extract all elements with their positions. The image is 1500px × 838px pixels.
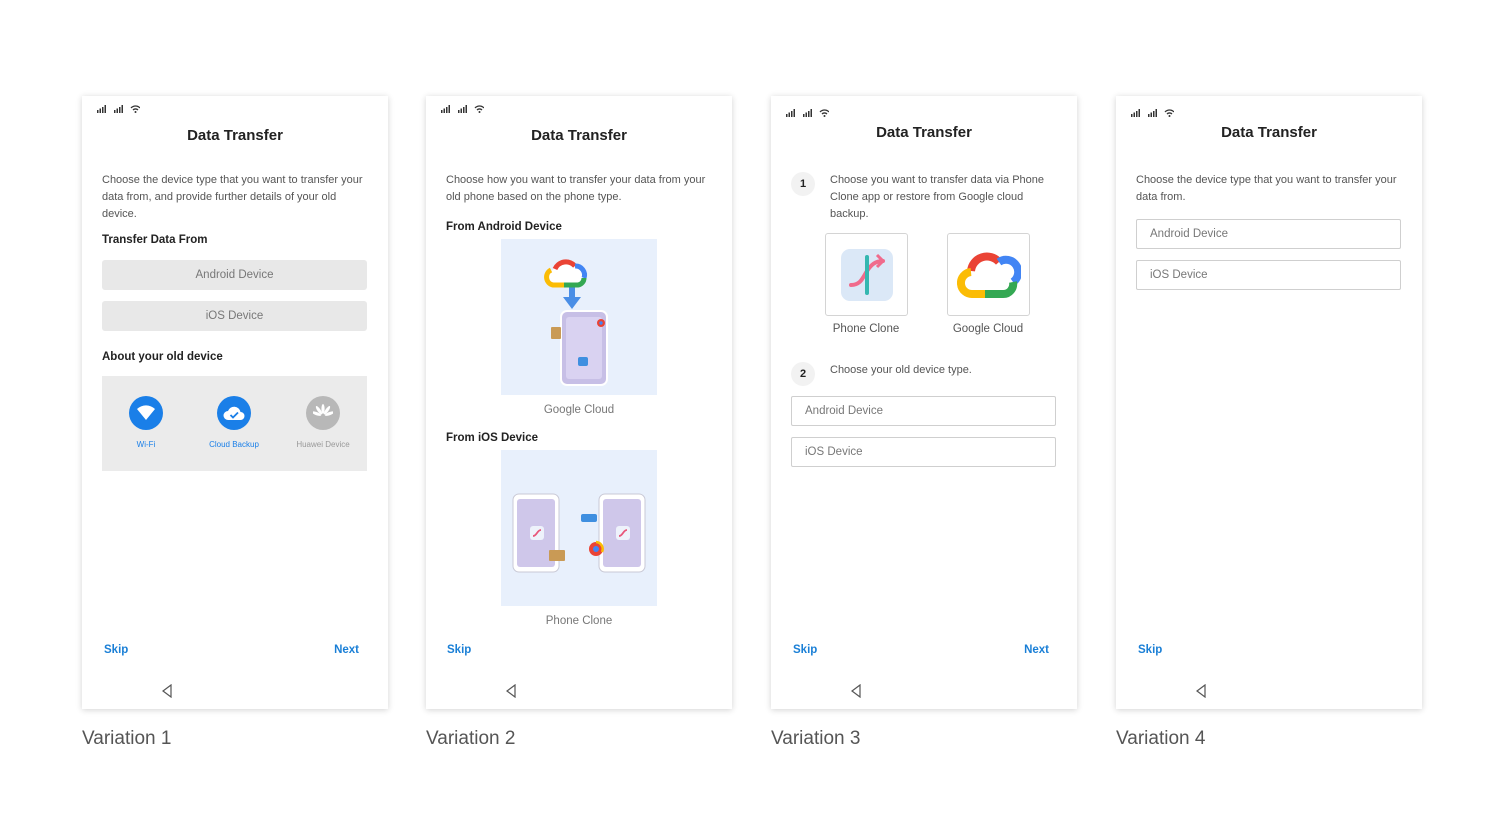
android-device-label: Android Device bbox=[805, 405, 883, 417]
signal-wifi-icons bbox=[97, 105, 141, 113]
about-device-heading: About your old device bbox=[102, 351, 223, 363]
phone-variation-1: Data Transfer Choose the device type tha… bbox=[82, 96, 388, 709]
cloud-backup-option[interactable]: Cloud Backup bbox=[190, 396, 278, 449]
from-ios-heading: From iOS Device bbox=[446, 432, 539, 444]
google-cloud-icon bbox=[956, 252, 1021, 298]
from-android-heading: From Android Device bbox=[446, 221, 562, 233]
skip-link[interactable]: Skip bbox=[1138, 644, 1162, 656]
ios-device-label: iOS Device bbox=[1150, 269, 1208, 281]
signal-wifi-icons bbox=[786, 109, 830, 117]
ios-device-button[interactable]: iOS Device bbox=[791, 437, 1056, 467]
ios-device-button[interactable]: iOS Device bbox=[1136, 260, 1401, 290]
android-device-button[interactable]: Android Device bbox=[102, 260, 367, 290]
skip-link[interactable]: Skip bbox=[447, 644, 471, 656]
phone-clone-transfer-image bbox=[512, 493, 646, 573]
page-title: Data Transfer bbox=[187, 127, 283, 144]
status-bar bbox=[784, 108, 830, 120]
skip-link[interactable]: Skip bbox=[793, 644, 817, 656]
transfer-from-heading: Transfer Data From bbox=[102, 234, 208, 246]
ios-device-button[interactable]: iOS Device bbox=[102, 301, 367, 331]
signal-wifi-icons bbox=[441, 105, 485, 113]
android-device-button[interactable]: Android Device bbox=[791, 396, 1056, 426]
status-bar bbox=[95, 104, 141, 116]
google-cloud-transfer-image bbox=[544, 259, 608, 386]
google-cloud-illustration[interactable] bbox=[501, 239, 657, 395]
phone-variation-3: Data Transfer 1 Choose you want to trans… bbox=[771, 96, 1077, 709]
back-nav-icon[interactable] bbox=[505, 684, 517, 698]
phone-clone-illustration[interactable] bbox=[501, 450, 657, 606]
google-cloud-label: Google Cloud bbox=[952, 323, 1024, 335]
step-1-text: Choose you want to transfer data via Pho… bbox=[830, 174, 1045, 220]
next-link[interactable]: Next bbox=[334, 644, 359, 656]
android-device-label: Android Device bbox=[1150, 228, 1228, 240]
description: Choose the device type that you want to … bbox=[1136, 174, 1397, 203]
page-title: Data Transfer bbox=[531, 127, 627, 144]
wifi-icon bbox=[129, 396, 163, 430]
skip-link[interactable]: Skip bbox=[104, 644, 128, 656]
old-device-options: Wi-Fi Cloud Backup Huawei Device bbox=[102, 376, 367, 471]
huawei-logo-icon bbox=[306, 396, 340, 430]
android-device-button[interactable]: Android Device bbox=[1136, 219, 1401, 249]
back-nav-icon[interactable] bbox=[1195, 684, 1207, 698]
back-nav-icon[interactable] bbox=[850, 684, 862, 698]
description: Choose the device type that you want to … bbox=[102, 174, 363, 220]
huawei-device-option[interactable]: Huawei Device bbox=[279, 396, 367, 449]
next-link[interactable]: Next bbox=[1024, 644, 1049, 656]
step-1-badge: 1 bbox=[791, 172, 815, 196]
phone-clone-label: Phone Clone bbox=[545, 615, 613, 627]
caption-variation-3: Variation 3 bbox=[771, 728, 861, 749]
cloud-backup-option-label: Cloud Backup bbox=[209, 440, 259, 449]
ios-device-label: iOS Device bbox=[805, 446, 863, 458]
google-cloud-label: Google Cloud bbox=[543, 404, 615, 416]
wifi-option[interactable]: Wi-Fi bbox=[102, 396, 190, 449]
huawei-device-option-label: Huawei Device bbox=[296, 440, 350, 449]
page-title: Data Transfer bbox=[876, 124, 972, 141]
page-title: Data Transfer bbox=[1221, 124, 1317, 141]
description: Choose how you want to transfer your dat… bbox=[446, 174, 706, 203]
step-2-text: Choose your old device type. bbox=[830, 364, 972, 376]
status-bar bbox=[439, 104, 485, 116]
wifi-option-label: Wi-Fi bbox=[136, 440, 156, 449]
caption-variation-2: Variation 2 bbox=[426, 728, 516, 749]
phone-clone-label: Phone Clone bbox=[832, 323, 900, 335]
caption-variation-4: Variation 4 bbox=[1116, 728, 1206, 749]
phone-clone-tile[interactable] bbox=[825, 233, 908, 316]
phone-variation-2: Data Transfer Choose how you want to tra… bbox=[426, 96, 732, 709]
step-2-badge: 2 bbox=[791, 362, 815, 386]
phone-variation-4: Data Transfer Choose the device type tha… bbox=[1116, 96, 1422, 709]
back-nav-icon[interactable] bbox=[161, 684, 173, 698]
signal-wifi-icons bbox=[1131, 109, 1175, 117]
caption-variation-1: Variation 1 bbox=[82, 728, 172, 749]
status-bar bbox=[1129, 108, 1175, 120]
cloud-check-icon bbox=[217, 396, 251, 430]
phone-clone-icon bbox=[840, 248, 893, 301]
google-cloud-tile[interactable] bbox=[947, 233, 1030, 316]
